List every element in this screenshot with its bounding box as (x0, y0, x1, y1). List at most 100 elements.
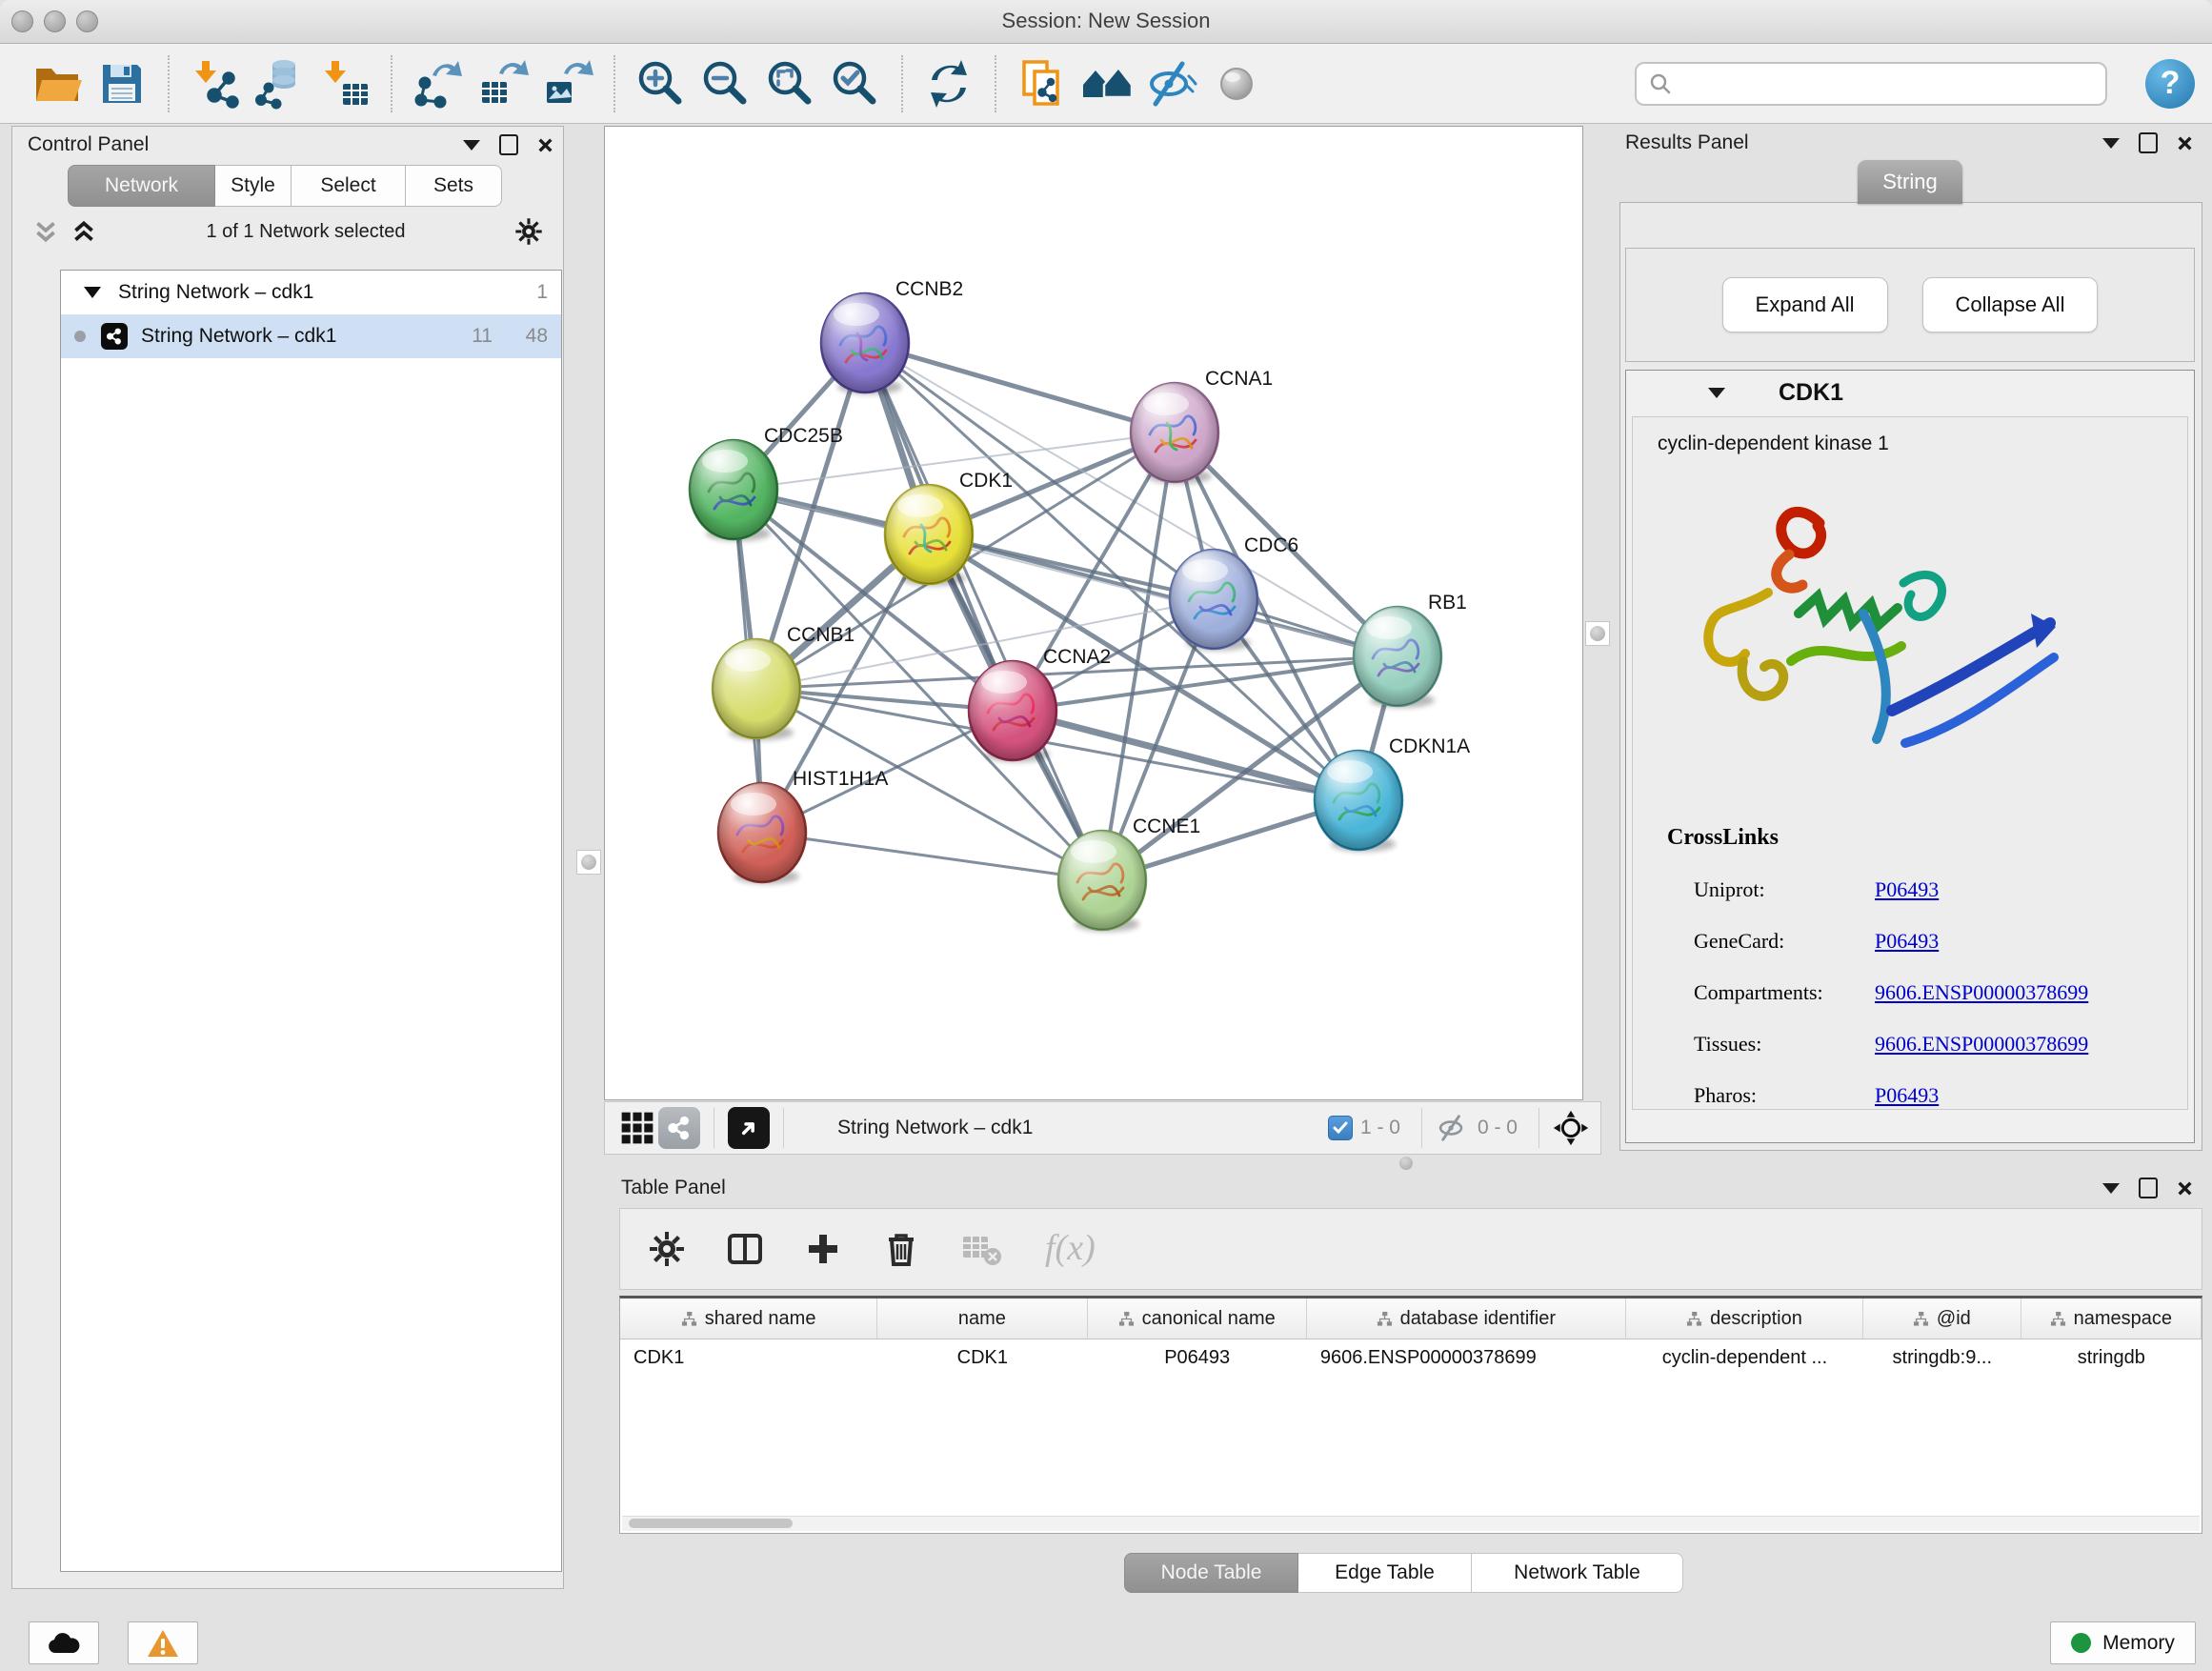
network-node[interactable]: CCNA1 (1131, 368, 1273, 484)
network-edge[interactable] (865, 343, 1102, 880)
warnings-button[interactable] (128, 1621, 198, 1664)
column-header[interactable]: description (1626, 1299, 1863, 1339)
crosslinks-heading: CrossLinks (1667, 825, 2088, 851)
collapse-all-icon[interactable] (31, 217, 60, 246)
float-panel-icon[interactable] (2102, 138, 2120, 149)
table-cell[interactable]: stringdb (2021, 1347, 2202, 1369)
delete-column-icon[interactable] (881, 1229, 921, 1269)
grid-view-icon[interactable] (616, 1107, 658, 1149)
help-button[interactable]: ? (2145, 59, 2195, 109)
crosslink-value[interactable]: P06493 (1875, 877, 1939, 902)
network-node[interactable]: RB1 (1354, 592, 1467, 708)
import-network-database-icon[interactable] (252, 56, 308, 111)
close-panel-icon[interactable] (2177, 1180, 2193, 1197)
network-node[interactable]: CDK1 (885, 470, 1013, 586)
zoom-out-icon[interactable] (698, 56, 754, 111)
maximize-panel-icon[interactable] (499, 134, 518, 155)
column-header[interactable]: canonical name (1088, 1299, 1307, 1339)
collapse-all-button[interactable]: Collapse All (1922, 277, 2099, 332)
column-header[interactable]: @id (1863, 1299, 2021, 1339)
table-options-gear-icon[interactable] (647, 1229, 687, 1269)
network-selection-status: 1 of 1 Network selected (98, 221, 513, 243)
open-session-icon[interactable] (30, 56, 85, 111)
zoom-fit-content-icon[interactable] (763, 56, 818, 111)
share-view-icon[interactable] (658, 1107, 700, 1149)
left-splitter-handle[interactable] (576, 850, 601, 875)
maximize-panel-icon[interactable] (2139, 132, 2158, 153)
column-header[interactable]: database identifier (1307, 1299, 1626, 1339)
tab-select[interactable]: Select (292, 165, 406, 207)
network-options-gear-icon[interactable] (513, 216, 544, 247)
network-row[interactable]: String Network – cdk1 11 48 (61, 314, 561, 358)
new-network-from-selection-icon[interactable] (1015, 56, 1070, 111)
table-row[interactable]: CDK1CDK1P064939606.ENSP00000378699cyclin… (620, 1339, 2202, 1376)
column-header[interactable]: namespace (2021, 1299, 2202, 1339)
show-all-icon[interactable] (1209, 56, 1264, 111)
scrollbar-thumb[interactable] (629, 1519, 793, 1528)
close-panel-icon[interactable] (2177, 135, 2193, 151)
show-graphics-details-icon[interactable] (1079, 56, 1135, 111)
expand-all-icon[interactable] (70, 217, 98, 246)
network-node[interactable]: CCNB2 (821, 278, 963, 394)
crosslink-row: Compartments:9606.ENSP00000378699 (1667, 967, 2088, 1018)
tree-expander-icon[interactable] (84, 287, 101, 298)
network-node[interactable]: HIST1H1A (718, 768, 888, 884)
tab-node-table[interactable]: Node Table (1124, 1553, 1298, 1593)
horizontal-scrollbar[interactable] (622, 1516, 2200, 1531)
cloud-status-button[interactable] (29, 1621, 99, 1664)
apply-preferred-layout-icon[interactable] (921, 56, 976, 111)
network-canvas[interactable]: CCNB2CCNA1CDC25BCDK1CDC6RB1CCNB1CCNA2CDK… (604, 126, 1583, 1100)
horizontal-splitter-handle[interactable] (1399, 1157, 1413, 1170)
cloud-icon (46, 1630, 82, 1657)
float-panel-icon[interactable] (2102, 1183, 2120, 1194)
import-table-file-icon[interactable] (317, 56, 372, 111)
import-network-file-icon[interactable] (188, 56, 243, 111)
zoom-in-icon[interactable] (633, 56, 689, 111)
network-edge[interactable] (762, 833, 1102, 880)
network-collection-row[interactable]: String Network – cdk1 1 (61, 271, 561, 314)
add-column-icon[interactable] (803, 1229, 843, 1269)
section-expander-icon[interactable] (1708, 388, 1725, 398)
search-box[interactable] (1635, 62, 2107, 106)
hide-selected-icon[interactable] (1144, 56, 1199, 111)
table-cell[interactable]: cyclin-dependent ... (1626, 1347, 1863, 1369)
close-panel-icon[interactable] (537, 137, 553, 153)
export-table-icon[interactable] (475, 56, 531, 111)
table-cell[interactable]: P06493 (1088, 1347, 1307, 1369)
show-columns-icon[interactable] (725, 1229, 765, 1269)
right-splitter-handle[interactable] (1585, 621, 1610, 646)
expand-all-button[interactable]: Expand All (1722, 277, 1888, 332)
crosslink-value[interactable]: P06493 (1875, 929, 1939, 954)
export-image-icon[interactable] (540, 56, 595, 111)
tab-sets[interactable]: Sets (406, 165, 502, 207)
birdseye-view-icon[interactable] (728, 1107, 770, 1149)
crosslink-value[interactable]: 9606.ENSP00000378699 (1875, 1032, 2088, 1057)
memory-button[interactable]: Memory (2050, 1621, 2196, 1664)
column-header[interactable]: shared name (620, 1299, 877, 1339)
crosslinks-list: Uniprot:P06493GeneCard:P06493Compartment… (1667, 864, 2088, 1121)
table-cell[interactable]: stringdb:9... (1863, 1347, 2021, 1369)
crosslink-value[interactable]: 9606.ENSP00000378699 (1875, 980, 2088, 1005)
tab-network-table[interactable]: Network Table (1472, 1553, 1683, 1593)
save-session-icon[interactable] (94, 56, 150, 111)
crosslink-value[interactable]: P06493 (1875, 1083, 1939, 1108)
tab-edge-table[interactable]: Edge Table (1298, 1553, 1472, 1593)
table-cell[interactable]: 9606.ENSP00000378699 (1307, 1347, 1626, 1369)
center-view-icon[interactable] (1553, 1110, 1589, 1146)
table-cell[interactable]: CDK1 (620, 1347, 877, 1369)
maximize-panel-icon[interactable] (2139, 1178, 2158, 1198)
tab-network[interactable]: Network (68, 165, 215, 207)
table-cell[interactable]: CDK1 (877, 1347, 1087, 1369)
search-input[interactable] (1673, 71, 2105, 95)
float-panel-icon[interactable] (463, 140, 480, 151)
tab-string[interactable]: String (1858, 160, 1962, 204)
column-header[interactable]: name (877, 1299, 1087, 1339)
tab-style[interactable]: Style (215, 165, 292, 207)
zoom-selected-icon[interactable] (828, 56, 883, 111)
memory-label: Memory (2102, 1632, 2175, 1655)
network-node[interactable]: CCNB1 (713, 624, 855, 740)
window-title: Session: New Session (0, 9, 2212, 33)
selected-checkbox-icon[interactable] (1328, 1116, 1353, 1140)
export-network-icon[interactable] (411, 56, 466, 111)
network-node[interactable]: CDKN1A (1315, 735, 1470, 852)
